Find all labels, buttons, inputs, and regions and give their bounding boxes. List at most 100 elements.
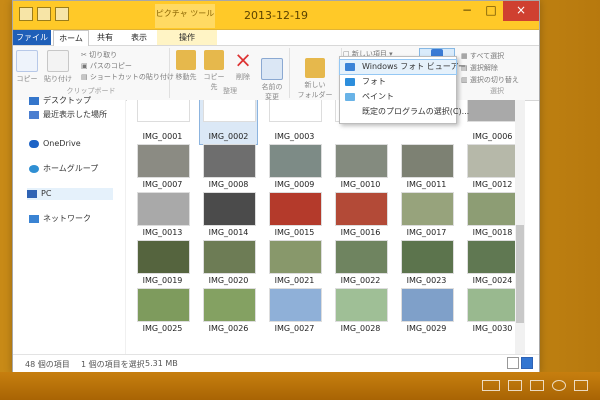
menu-item-paint[interactable]: ペイント <box>340 90 456 104</box>
file-name-label: IMG_0019 <box>142 276 183 285</box>
thumbnail-item[interactable]: IMG_0012 <box>464 144 521 192</box>
onedrive-icon <box>29 139 39 148</box>
nav-desktop[interactable]: デスクトップ <box>29 95 91 107</box>
thumbnail-item[interactable]: IMG_0018 <box>464 192 521 240</box>
thumbnail-item[interactable]: IMG_0030 <box>464 288 521 336</box>
status-bar: 48 個の項目 1 個の項目を選択 5.31 MB <box>13 354 539 373</box>
paste-button[interactable]: 貼り付け <box>43 50 73 84</box>
large-icons-view-icon[interactable] <box>521 357 533 369</box>
file-list: IMG_0001 IMG_0002 IMG_0003 IMG_0006 IMG_0007… <box>127 100 525 354</box>
thumbnail-item[interactable]: IMG_0006 <box>464 100 521 144</box>
details-view-icon[interactable] <box>507 357 519 369</box>
menu-item-photos[interactable]: フォト <box>340 75 456 89</box>
thumbnail-item[interactable]: IMG_0028 <box>332 288 389 336</box>
thumbnail-item[interactable]: IMG_0017 <box>398 192 455 240</box>
thumbnail-item[interactable]: IMG_0021 <box>266 240 323 288</box>
photo-thumbnail <box>137 192 190 226</box>
thumbnail-item[interactable]: IMG_0016 <box>332 192 389 240</box>
photo-thumbnail <box>467 192 520 226</box>
thumbnail-item[interactable]: IMG_0011 <box>398 144 455 192</box>
thumbnail-item[interactable]: IMG_0014 <box>200 192 257 240</box>
thumbnail-item[interactable]: IMG_0019 <box>134 240 191 288</box>
photo-thumbnail <box>269 100 322 122</box>
tab-view[interactable]: 表示 <box>125 30 153 45</box>
network-tray-icon[interactable] <box>530 380 544 391</box>
file-name-label: IMG_0006 <box>472 132 513 141</box>
volume-icon[interactable] <box>552 380 566 391</box>
file-name-label: IMG_0028 <box>340 324 381 333</box>
menu-item-windows-photo-viewer[interactable]: Windows フォト ビューアー <box>339 59 466 75</box>
copy-folder-icon <box>204 50 224 70</box>
copy-button[interactable]: コピー <box>15 50 39 84</box>
clipboard-group: コピー 貼り付け ✂ 切り取り ▣ パスのコピー ▤ ショートカットの貼り付け … <box>13 48 174 98</box>
nav-onedrive[interactable]: OneDrive <box>29 138 81 150</box>
thumbnail-item[interactable]: IMG_0009 <box>266 144 323 192</box>
photo-thumbnail <box>467 144 520 178</box>
paste-shortcut-button[interactable]: ▤ ショートカットの貼り付け <box>81 72 174 82</box>
desktop-icon <box>29 96 39 105</box>
thumbnail-item[interactable]: IMG_0020 <box>200 240 257 288</box>
file-name-label: IMG_0013 <box>142 228 183 237</box>
close-button[interactable]: × <box>503 1 539 21</box>
selected-count: 1 個の項目を選択 <box>81 360 145 369</box>
file-name-label: IMG_0018 <box>472 228 513 237</box>
thumbnail-item[interactable]: IMG_0007 <box>134 144 191 192</box>
new-folder-button[interactable]: 新しい フォルダー <box>295 50 335 100</box>
battery-icon[interactable] <box>574 380 588 391</box>
photo-thumbnail <box>335 144 388 178</box>
delete-button[interactable]: × 削除 <box>232 50 254 82</box>
move-folder-icon <box>176 50 196 70</box>
nav-homegroup[interactable]: ホームグループ <box>29 163 98 175</box>
nav-pc[interactable]: PC <box>27 188 113 200</box>
nav-recent-places[interactable]: 最近表示した場所 <box>29 109 107 121</box>
select-all-button[interactable]: ▦ すべて選択 <box>461 51 504 61</box>
scrollbar-thumb[interactable] <box>516 225 524 323</box>
tab-home[interactable]: ホーム <box>53 30 89 46</box>
file-name-label: IMG_0002 <box>208 132 249 141</box>
selected-size: 5.31 MB <box>145 359 178 368</box>
photo-thumbnail <box>467 288 520 322</box>
minimize-button[interactable]: − <box>455 1 479 21</box>
thumbnail-item[interactable]: IMG_0002 <box>199 100 258 145</box>
photo-thumbnail <box>203 288 256 322</box>
photo-thumbnail <box>335 288 388 322</box>
nav-network[interactable]: ネットワーク <box>29 213 91 225</box>
photo-thumbnail <box>203 192 256 226</box>
thumbnail-item[interactable]: IMG_0001 <box>134 100 191 144</box>
tab-share[interactable]: 共有 <box>91 30 119 45</box>
system-tray <box>482 380 588 391</box>
file-name-label: IMG_0001 <box>142 132 183 141</box>
thumbnail-item[interactable]: IMG_0010 <box>332 144 389 192</box>
maximize-button[interactable]: □ <box>479 1 503 21</box>
pc-icon <box>27 189 37 198</box>
thumbnail-item[interactable]: IMG_0024 <box>464 240 521 288</box>
photo-thumbnail <box>137 288 190 322</box>
photo-thumbnail <box>335 240 388 274</box>
thumbnail-item[interactable]: IMG_0003 <box>266 100 323 144</box>
photos-icon <box>345 78 355 86</box>
tab-file[interactable]: ファイル <box>13 30 51 45</box>
thumbnail-item[interactable]: IMG_0029 <box>398 288 455 336</box>
select-none-button[interactable]: ▤ 選択解除 <box>461 63 498 73</box>
navigation-pane: デスクトップ 最近表示した場所 OneDrive ホームグループ PC ネットワ… <box>13 96 126 354</box>
copy-path-button[interactable]: ▣ パスのコピー <box>81 61 132 71</box>
thumbnail-item[interactable]: IMG_0023 <box>398 240 455 288</box>
thumbnail-item[interactable]: IMG_0015 <box>266 192 323 240</box>
file-name-label: IMG_0021 <box>274 276 315 285</box>
invert-selection-button[interactable]: ▥ 選択の切り替え <box>461 75 519 85</box>
cut-button[interactable]: ✂ 切り取り <box>81 50 117 60</box>
thumbnail-item[interactable]: IMG_0013 <box>134 192 191 240</box>
thumbnail-item[interactable]: IMG_0027 <box>266 288 323 336</box>
vertical-scrollbar[interactable] <box>515 100 525 354</box>
tab-manage[interactable]: 操作 <box>157 30 217 45</box>
taskbar <box>0 372 600 400</box>
thumbnail-item[interactable]: IMG_0022 <box>332 240 389 288</box>
photo-thumbnail <box>137 100 190 122</box>
notification-icon[interactable] <box>508 380 522 391</box>
menu-item-choose-default-program[interactable]: 既定のプログラムの選択(C)... <box>340 105 469 119</box>
move-to-button[interactable]: 移動先 <box>174 50 198 82</box>
keyboard-icon[interactable] <box>482 380 500 391</box>
thumbnail-item[interactable]: IMG_0008 <box>200 144 257 192</box>
thumbnail-item[interactable]: IMG_0026 <box>200 288 257 336</box>
thumbnail-item[interactable]: IMG_0025 <box>134 288 191 336</box>
